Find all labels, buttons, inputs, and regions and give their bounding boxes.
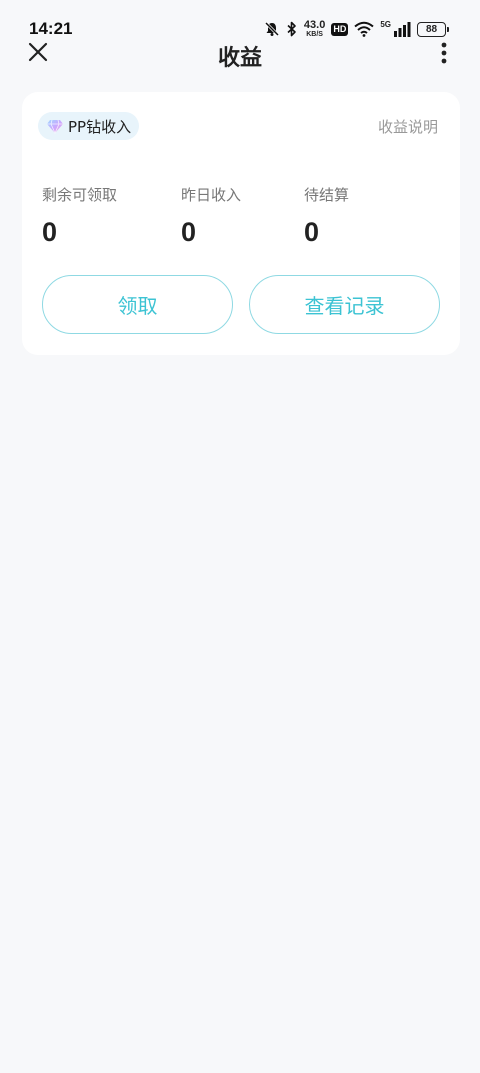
badge-label: PP钻收入 (68, 117, 132, 136)
stat-label: 待结算 (304, 186, 350, 204)
battery-level: 88 (425, 23, 438, 35)
page-title: 收益 (217, 46, 262, 71)
stat-pending-settlement: 待结算 0 (304, 184, 349, 248)
stat-value: 0 (42, 217, 58, 247)
earnings-card: PP钻收入 收益说明 剩余可领取 0 昨日收入 0 待结算 0 领取 查看记录 (22, 92, 460, 355)
claim-button[interactable]: 领取 (42, 275, 233, 334)
pp-diamond-income-badge: PP钻收入 (38, 112, 140, 140)
network-type: 5G (380, 19, 391, 29)
stat-label: 剩余可领取 (42, 186, 118, 204)
nav-bar: 收益 (0, 34, 480, 74)
stat-value: 0 (181, 217, 197, 247)
more-options-icon[interactable] (440, 42, 448, 64)
stat-label: 昨日收入 (181, 186, 242, 204)
network-speed-value: 43.0 (303, 18, 326, 31)
status-bar: 14:21 43.0 KB/S HD 5G 88 (0, 0, 480, 38)
diamond-icon (47, 119, 63, 134)
stat-yesterday-income: 昨日收入 0 (181, 184, 241, 248)
view-records-button[interactable]: 查看记录 (249, 275, 440, 334)
stat-remaining-claimable: 剩余可领取 0 (42, 184, 117, 248)
stat-value: 0 (304, 217, 320, 247)
earnings-explanation-link[interactable]: 收益说明 (378, 116, 438, 137)
